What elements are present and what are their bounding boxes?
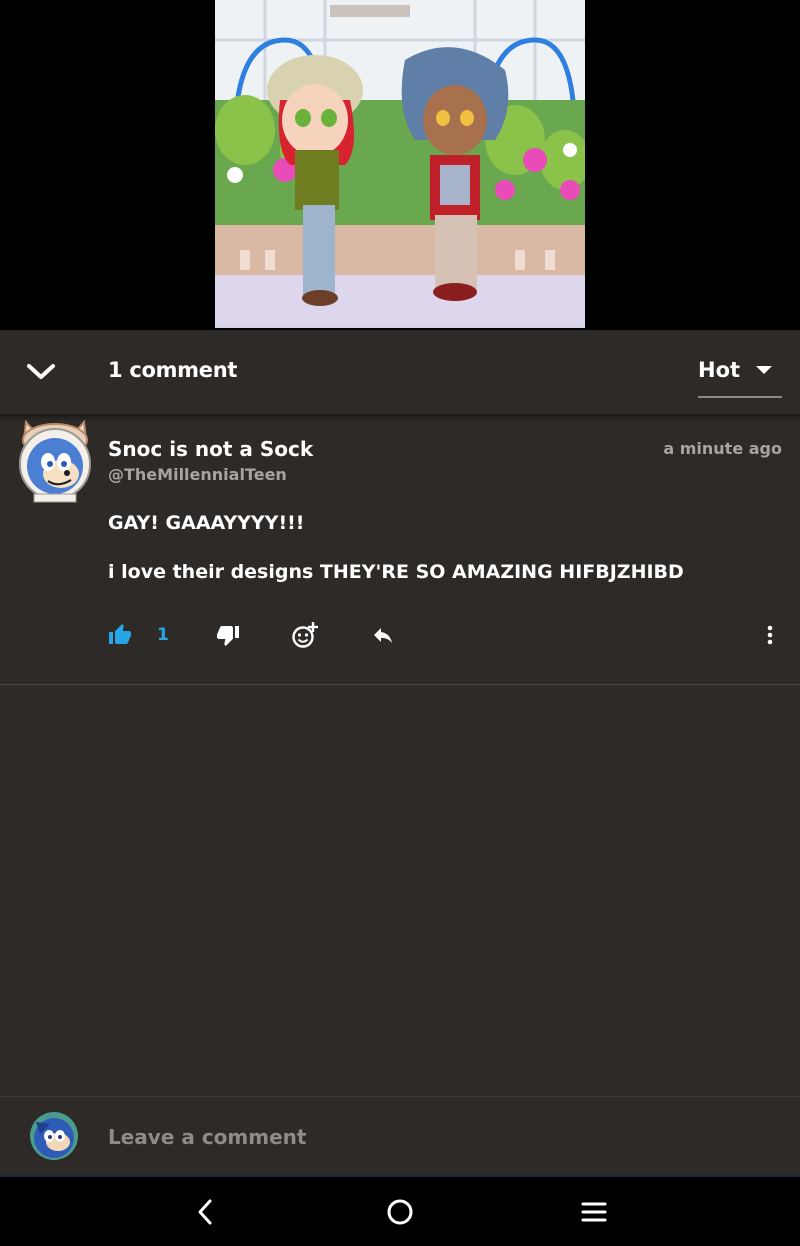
comment-count: 1 comment — [108, 358, 238, 382]
collapse-comments-button[interactable] — [24, 356, 58, 388]
caret-down-icon — [756, 366, 772, 374]
nav-home-button[interactable] — [383, 1195, 417, 1229]
comment-body-line: GAY! GAAAYYYY!!! — [108, 512, 305, 534]
dislike-button[interactable] — [216, 620, 242, 650]
nav-back-button[interactable] — [189, 1195, 223, 1229]
video-thumbnail[interactable] — [215, 0, 585, 328]
add-reaction-button[interactable] — [291, 620, 321, 650]
reply-icon — [374, 628, 392, 643]
comment-author-handle[interactable]: @TheMillennialTeen — [108, 465, 287, 484]
comment-body-line: i love their designs THEY'RE SO AMAZING … — [108, 561, 684, 583]
comment-input[interactable] — [100, 1115, 796, 1159]
sort-dropdown[interactable]: Hot — [698, 356, 782, 398]
like-count: 1 — [157, 625, 169, 645]
thumbs-down-icon — [217, 626, 239, 646]
comment-more-button[interactable] — [760, 620, 780, 650]
nav-menu-button[interactable] — [577, 1195, 611, 1229]
more-vertical-icon — [767, 625, 773, 645]
like-button[interactable] — [108, 620, 134, 650]
chevron-down-icon — [27, 364, 55, 379]
system-navigation-bar — [0, 1177, 800, 1246]
video-player[interactable] — [0, 0, 800, 330]
add-emoji-icon — [292, 622, 318, 648]
back-icon — [198, 1199, 212, 1225]
reply-button[interactable] — [371, 620, 397, 650]
commenter-avatar[interactable] — [16, 418, 94, 504]
comment-author-name[interactable]: Snoc is not a Sock — [108, 437, 313, 461]
home-icon — [387, 1199, 413, 1225]
sort-selected-value: Hot — [698, 358, 741, 382]
comment-timestamp: a minute ago — [663, 439, 782, 458]
current-user-avatar[interactable] — [30, 1112, 78, 1160]
video-frame-image — [215, 0, 585, 328]
thumbs-up-icon — [109, 624, 131, 644]
comments-header: 1 comment Hot — [0, 330, 800, 414]
menu-icon — [581, 1202, 607, 1222]
